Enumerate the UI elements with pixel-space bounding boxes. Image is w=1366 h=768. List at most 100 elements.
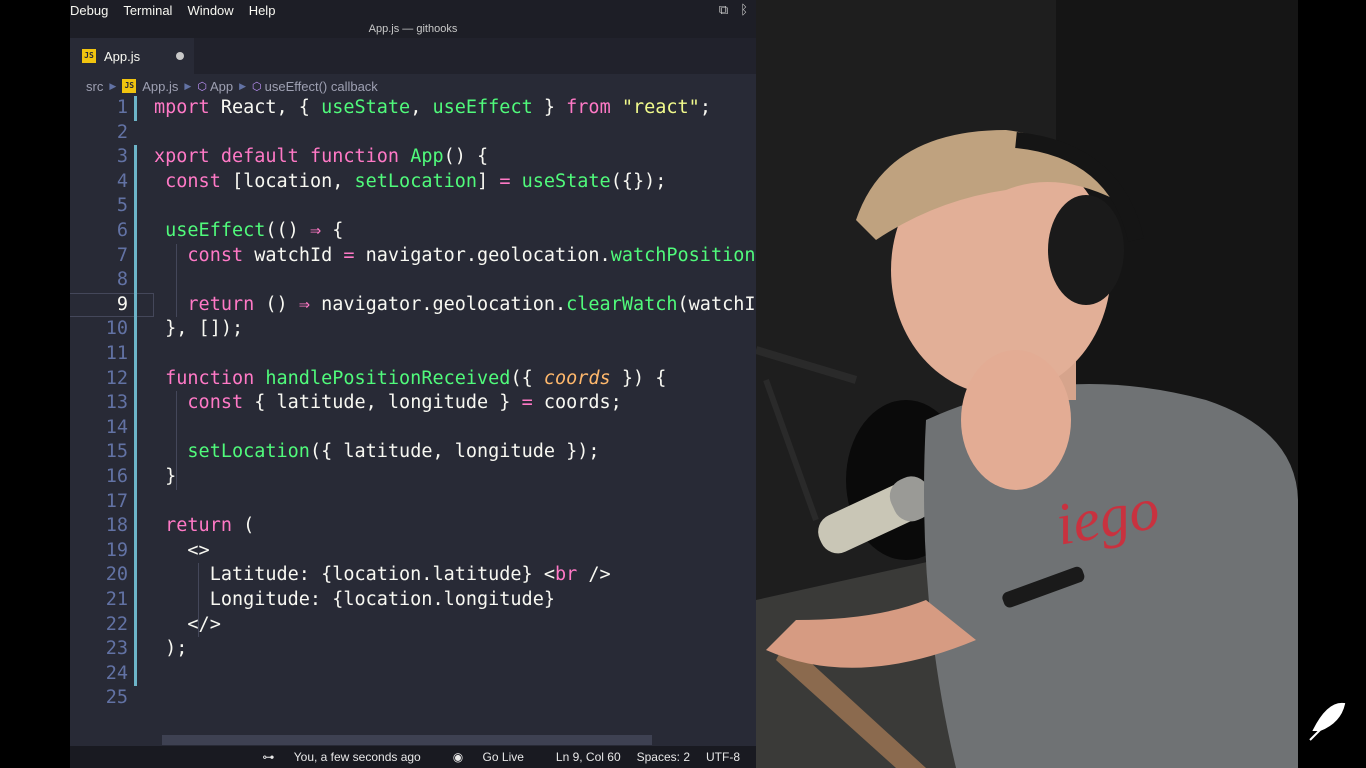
code-line[interactable]: 12 function handlePositionReceived({ coo… (70, 367, 756, 392)
code-line[interactable]: 1 mport React, { useState, useEffect } fr… (70, 96, 756, 121)
code-line[interactable]: 4 const [location, setLocation] = useSta… (70, 170, 756, 195)
line-number: 5 (116, 195, 128, 217)
tab-label: App.js (104, 48, 141, 64)
menu-window[interactable]: Window (187, 3, 233, 18)
active-line-highlight (70, 292, 154, 318)
line-number: 7 (116, 244, 128, 266)
code-line[interactable]: 9 return () ⇒ navigator.geolocation.clea… (70, 292, 756, 318)
code-area[interactable]: 1 mport React, { useState, useEffect } fr… (70, 96, 756, 718)
code-editor: Debug Terminal Window Help ⧉ ᛒ App.js — … (70, 0, 756, 768)
js-file-icon: JS (82, 49, 96, 63)
code-line[interactable]: 15 setLocation({ latitude, longitude }); (70, 440, 756, 465)
cursor-position[interactable]: Ln 9, Col 60 (556, 750, 621, 764)
line-number: 16 (105, 466, 128, 487)
code-line[interactable]: 7 const watchId = navigator.geolocation.… (70, 244, 756, 269)
line-number: 19 (105, 539, 128, 561)
code-line[interactable]: 25 (70, 686, 756, 711)
code-line[interactable]: 17 (70, 490, 756, 515)
code-line[interactable]: 24 (70, 662, 756, 687)
code-line[interactable]: 11 (70, 342, 756, 367)
indent-guide (198, 563, 199, 638)
git-blame-text: You, a few seconds ago (293, 750, 421, 764)
broadcast-icon: ◉ (452, 750, 467, 764)
code-line[interactable]: 18 return ( (70, 514, 756, 539)
line-text: Latitude: {location.latitude} <br /> (154, 564, 611, 586)
line-text: xport default function App() { (154, 146, 489, 168)
line-text: const [location, setLocation] = useState… (165, 170, 667, 192)
git-blame-status[interactable]: ⊶ You, a few seconds ago (262, 750, 436, 764)
breadcrumb-src[interactable]: src (86, 79, 103, 94)
webcam-scene: iego (756, 0, 1298, 768)
line-text: }, []); (154, 318, 244, 340)
code-line[interactable]: 23 ); (70, 637, 756, 662)
line-number: 6 (116, 220, 128, 241)
menu-bar: Debug Terminal Window Help ⧉ ᛒ (70, 0, 756, 20)
line-number: 23 (105, 638, 128, 660)
line-text: function handlePositionReceived({ coords… (165, 367, 667, 389)
code-line[interactable]: 16 } (70, 465, 756, 490)
window-title: App.js — githooks (70, 20, 756, 38)
line-number: 17 (105, 490, 128, 512)
line-text: useEffect(() ⇒ { (165, 220, 344, 241)
line-text: const watchId = navigator.geolocation.wa… (187, 244, 756, 266)
line-text: Longitude: {location.longitude} (154, 589, 555, 610)
line-number: 2 (116, 121, 128, 143)
screen-record-icon[interactable]: ⧉ (719, 2, 728, 18)
git-change-bar (134, 96, 137, 121)
line-number: 24 (105, 662, 128, 684)
tab-bar: JS App.js (70, 38, 756, 74)
line-text: } (154, 466, 177, 487)
breadcrumb: src ▶ JS App.js ▶ ⬡ App ▶ ⬡ useEffect() … (70, 76, 756, 96)
code-line[interactable]: 5 (70, 194, 756, 219)
breadcrumb-component[interactable]: App (210, 79, 233, 94)
chevron-right-icon: ▶ (239, 80, 246, 91)
line-number: 22 (105, 613, 128, 635)
bluetooth-icon[interactable]: ᛒ (740, 2, 748, 18)
code-line[interactable]: 8 (70, 268, 756, 293)
line-number: 13 (105, 392, 128, 414)
horizontal-scrollbar[interactable] (162, 735, 652, 745)
line-text: setLocation({ latitude, longitude }); (187, 441, 600, 463)
line-number: 12 (105, 367, 128, 389)
menu-help[interactable]: Help (249, 3, 276, 18)
breadcrumb-file[interactable]: App.js (142, 79, 178, 94)
line-number: 18 (105, 515, 128, 537)
code-line[interactable]: 14 (70, 416, 756, 441)
code-line[interactable]: 20 Latitude: {location.latitude} <br /> (70, 563, 756, 588)
line-number: 4 (116, 170, 128, 192)
indent-guide (176, 391, 177, 490)
indent-guide (176, 243, 177, 318)
go-live-label: Go Live (482, 750, 524, 764)
go-live-button[interactable]: ◉ Go Live (453, 750, 540, 764)
js-file-icon: JS (122, 79, 137, 93)
cube-icon: ⬡ (252, 80, 262, 93)
line-number: 3 (116, 146, 128, 168)
encoding-status[interactable]: UTF-8 (706, 750, 740, 764)
line-text: const { latitude, longitude } = coords; (187, 392, 622, 414)
status-bar: ⊶ You, a few seconds ago ◉ Go Live Ln 9,… (70, 746, 756, 768)
tab-app-js[interactable]: JS App.js (70, 38, 194, 74)
indentation-status[interactable]: Spaces: 2 (637, 750, 690, 764)
line-number: 1 (116, 97, 128, 118)
unsaved-dot-icon[interactable] (176, 52, 184, 60)
menu-terminal[interactable]: Terminal (123, 3, 172, 18)
code-line[interactable]: 22 </> (70, 613, 756, 638)
line-number: 25 (105, 687, 128, 709)
code-line[interactable]: 13 const { latitude, longitude } = coord… (70, 391, 756, 416)
line-text: </> (154, 613, 221, 635)
line-text: return ( (165, 515, 255, 537)
code-line[interactable]: 10 }, []); (70, 317, 756, 342)
breadcrumb-callback[interactable]: useEffect() callback (265, 79, 378, 94)
code-line[interactable]: 21 Longitude: {location.longitude} (70, 588, 756, 613)
line-number: 8 (116, 269, 128, 291)
code-line[interactable]: 6 useEffect(() ⇒ { (70, 219, 756, 244)
line-text: return () ⇒ navigator.geolocation.clearW… (187, 293, 756, 315)
line-number: 11 (105, 343, 128, 364)
code-line[interactable]: 19 <> (70, 539, 756, 564)
line-number: 20 (105, 564, 128, 586)
code-line[interactable]: 2 (70, 121, 756, 146)
menu-debug[interactable]: Debug (70, 3, 108, 18)
code-line[interactable]: 3 xport default function App() { (70, 145, 756, 170)
chevron-right-icon: ▶ (184, 80, 192, 91)
webcam-video: iego (756, 0, 1298, 768)
